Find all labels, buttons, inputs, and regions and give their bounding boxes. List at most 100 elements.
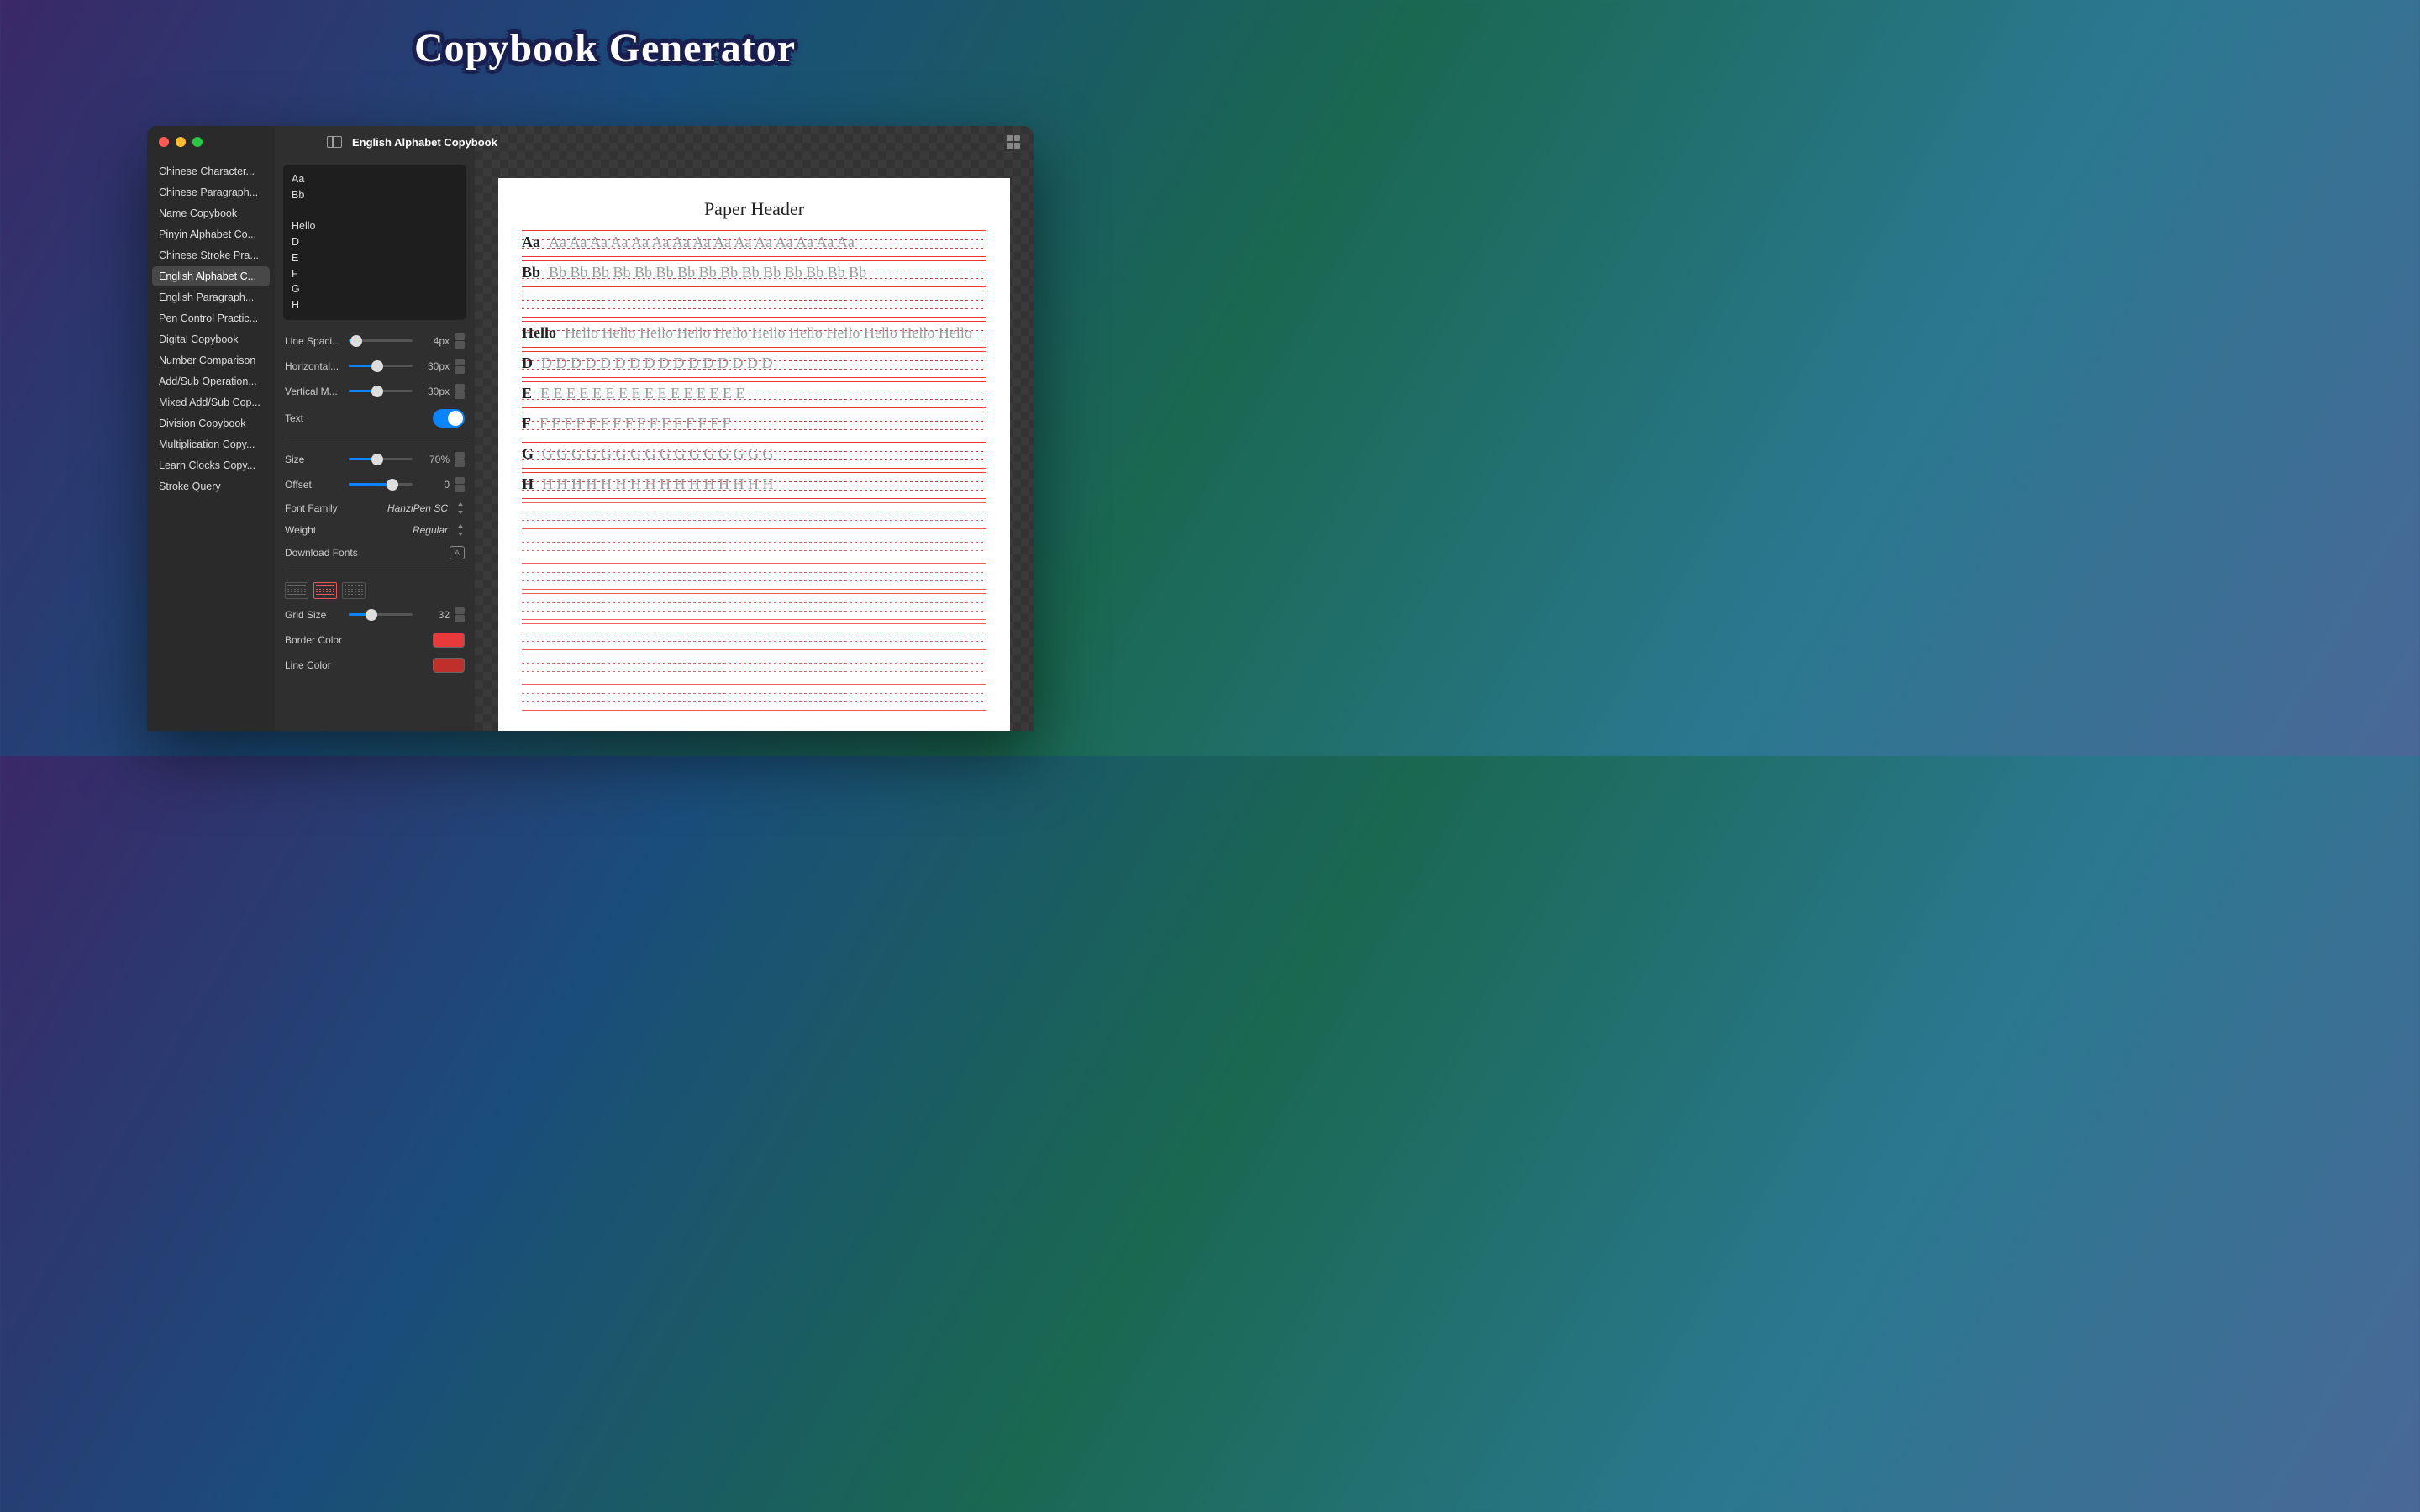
sidebar-item-15[interactable]: Stroke Query — [152, 476, 270, 496]
app-title: Copybook Generator — [414, 25, 796, 71]
grid-style-3[interactable] — [342, 582, 366, 599]
vertical-row: Vertical M... 30px — [283, 379, 466, 404]
font-download-icon: A — [450, 546, 465, 559]
line-spacing-label: Line Spaci... — [285, 335, 344, 347]
fullscreen-button[interactable] — [192, 137, 203, 147]
grid-size-stepper[interactable] — [455, 607, 465, 622]
sidebar-item-10[interactable]: Add/Sub Operation... — [152, 371, 270, 391]
font-family-value: HanziPen SC — [387, 502, 448, 514]
traffic-lights — [159, 137, 203, 147]
size-stepper[interactable] — [455, 452, 465, 467]
font-family-row[interactable]: Font Family HanziPen SC — [283, 497, 466, 519]
line-spacing-stepper[interactable] — [455, 333, 465, 349]
text-input-area[interactable]: Aa Bb Hello D E F G H — [283, 165, 466, 320]
vertical-value: 30px — [418, 386, 450, 397]
settings-panel: Aa Bb Hello D E F G H Line Spaci... 4px … — [275, 126, 475, 731]
horizontal-slider[interactable] — [349, 365, 413, 367]
toggle-sidebar-icon[interactable] — [327, 136, 342, 148]
sidebar-item-2[interactable]: Name Copybook — [152, 203, 270, 223]
grid-size-row: Grid Size 32 — [283, 602, 466, 627]
writing-line — [522, 563, 986, 590]
sidebar-item-9[interactable]: Number Comparison — [152, 350, 270, 370]
writing-line — [522, 502, 986, 529]
border-color-label: Border Color — [285, 634, 342, 646]
offset-stepper[interactable] — [455, 477, 465, 492]
chevron-updown-icon — [456, 502, 465, 514]
grid-style-2[interactable] — [313, 582, 337, 599]
writing-line — [522, 623, 986, 650]
border-color-row: Border Color — [283, 627, 466, 653]
horizontal-label: Horizontal... — [285, 360, 344, 372]
vertical-slider[interactable] — [349, 390, 413, 392]
app-window: English Alphabet Copybook Chinese Charac… — [147, 126, 1034, 731]
font-family-label: Font Family — [285, 502, 344, 514]
writing-line: AaAa Aa Aa Aa Aa Aa Aa Aa Aa Aa Aa Aa Aa… — [522, 230, 986, 257]
writing-line: GG G G G G G G G G G G G G G G G — [522, 442, 986, 469]
minimize-button[interactable] — [176, 137, 186, 147]
sidebar-item-7[interactable]: Pen Control Practic... — [152, 308, 270, 328]
line-color-row: Line Color — [283, 653, 466, 678]
sidebar-item-6[interactable]: English Paragraph... — [152, 287, 270, 307]
line-spacing-value: 4px — [418, 335, 450, 347]
size-row: Size 70% — [283, 447, 466, 472]
download-fonts-row[interactable]: Download Fonts A — [283, 541, 466, 564]
sidebar-item-4[interactable]: Chinese Stroke Pra... — [152, 245, 270, 265]
offset-slider[interactable] — [349, 483, 413, 486]
horizontal-stepper[interactable] — [455, 359, 465, 374]
titlebar: English Alphabet Copybook — [147, 126, 1034, 158]
sidebar-item-0[interactable]: Chinese Character... — [152, 161, 270, 181]
sidebar-item-5[interactable]: English Alphabet C... — [152, 266, 270, 286]
weight-label: Weight — [285, 524, 344, 536]
writing-line: FF F F F F F F F F F F F F F F F — [522, 412, 986, 438]
sidebar-item-14[interactable]: Learn Clocks Copy... — [152, 455, 270, 475]
offset-label: Offset — [285, 479, 344, 491]
preview-area: Paper Header AaAa Aa Aa Aa Aa Aa Aa Aa A… — [475, 126, 1034, 731]
line-color-swatch[interactable] — [433, 658, 465, 673]
chevron-updown-icon — [456, 524, 465, 536]
sidebar-item-11[interactable]: Mixed Add/Sub Cop... — [152, 392, 270, 412]
sidebar-item-3[interactable]: Pinyin Alphabet Co... — [152, 224, 270, 244]
weight-value: Regular — [413, 524, 448, 536]
grid-size-value: 32 — [418, 609, 450, 621]
grid-style-1[interactable] — [285, 582, 308, 599]
sidebar-item-8[interactable]: Digital Copybook — [152, 329, 270, 349]
writing-line — [522, 593, 986, 620]
size-slider[interactable] — [349, 458, 413, 460]
close-button[interactable] — [159, 137, 169, 147]
writing-line: HelloHello Hello Hello Hello Hello Hello… — [522, 321, 986, 348]
weight-row[interactable]: Weight Regular — [283, 519, 466, 541]
writing-line — [522, 684, 986, 711]
line-color-label: Line Color — [285, 659, 331, 671]
download-fonts-label: Download Fonts — [285, 547, 358, 559]
text-toggle[interactable] — [433, 409, 465, 428]
grid-style-options — [283, 579, 466, 602]
writing-line: DD D D D D D D D D D D D D D D D — [522, 351, 986, 378]
line-spacing-slider[interactable] — [349, 339, 413, 342]
window-title: English Alphabet Copybook — [352, 136, 497, 149]
sidebar-item-1[interactable]: Chinese Paragraph... — [152, 182, 270, 202]
writing-line: BbBb Bb Bb Bb Bb Bb Bb Bb Bb Bb Bb Bb Bb… — [522, 260, 986, 287]
sidebar: Chinese Character...Chinese Paragraph...… — [147, 126, 275, 731]
sidebar-item-13[interactable]: Multiplication Copy... — [152, 434, 270, 454]
size-value: 70% — [418, 454, 450, 465]
grid-view-icon[interactable] — [1007, 135, 1020, 149]
paper-header: Paper Header — [522, 198, 986, 220]
vertical-label: Vertical M... — [285, 386, 344, 397]
grid-size-slider[interactable] — [349, 613, 413, 616]
writing-line — [522, 533, 986, 559]
preview-page: Paper Header AaAa Aa Aa Aa Aa Aa Aa Aa A… — [498, 178, 1010, 731]
text-toggle-row: Text — [283, 404, 466, 433]
grid-size-label: Grid Size — [285, 609, 344, 621]
vertical-stepper[interactable] — [455, 384, 465, 399]
size-label: Size — [285, 454, 344, 465]
horizontal-value: 30px — [418, 360, 450, 372]
line-spacing-row: Line Spaci... 4px — [283, 328, 466, 354]
writing-line — [522, 654, 986, 680]
border-color-swatch[interactable] — [433, 633, 465, 648]
offset-row: Offset 0 — [283, 472, 466, 497]
horizontal-row: Horizontal... 30px — [283, 354, 466, 379]
text-toggle-label: Text — [285, 412, 344, 424]
offset-value: 0 — [418, 479, 450, 491]
sidebar-item-12[interactable]: Division Copybook — [152, 413, 270, 433]
writing-line — [522, 291, 986, 318]
